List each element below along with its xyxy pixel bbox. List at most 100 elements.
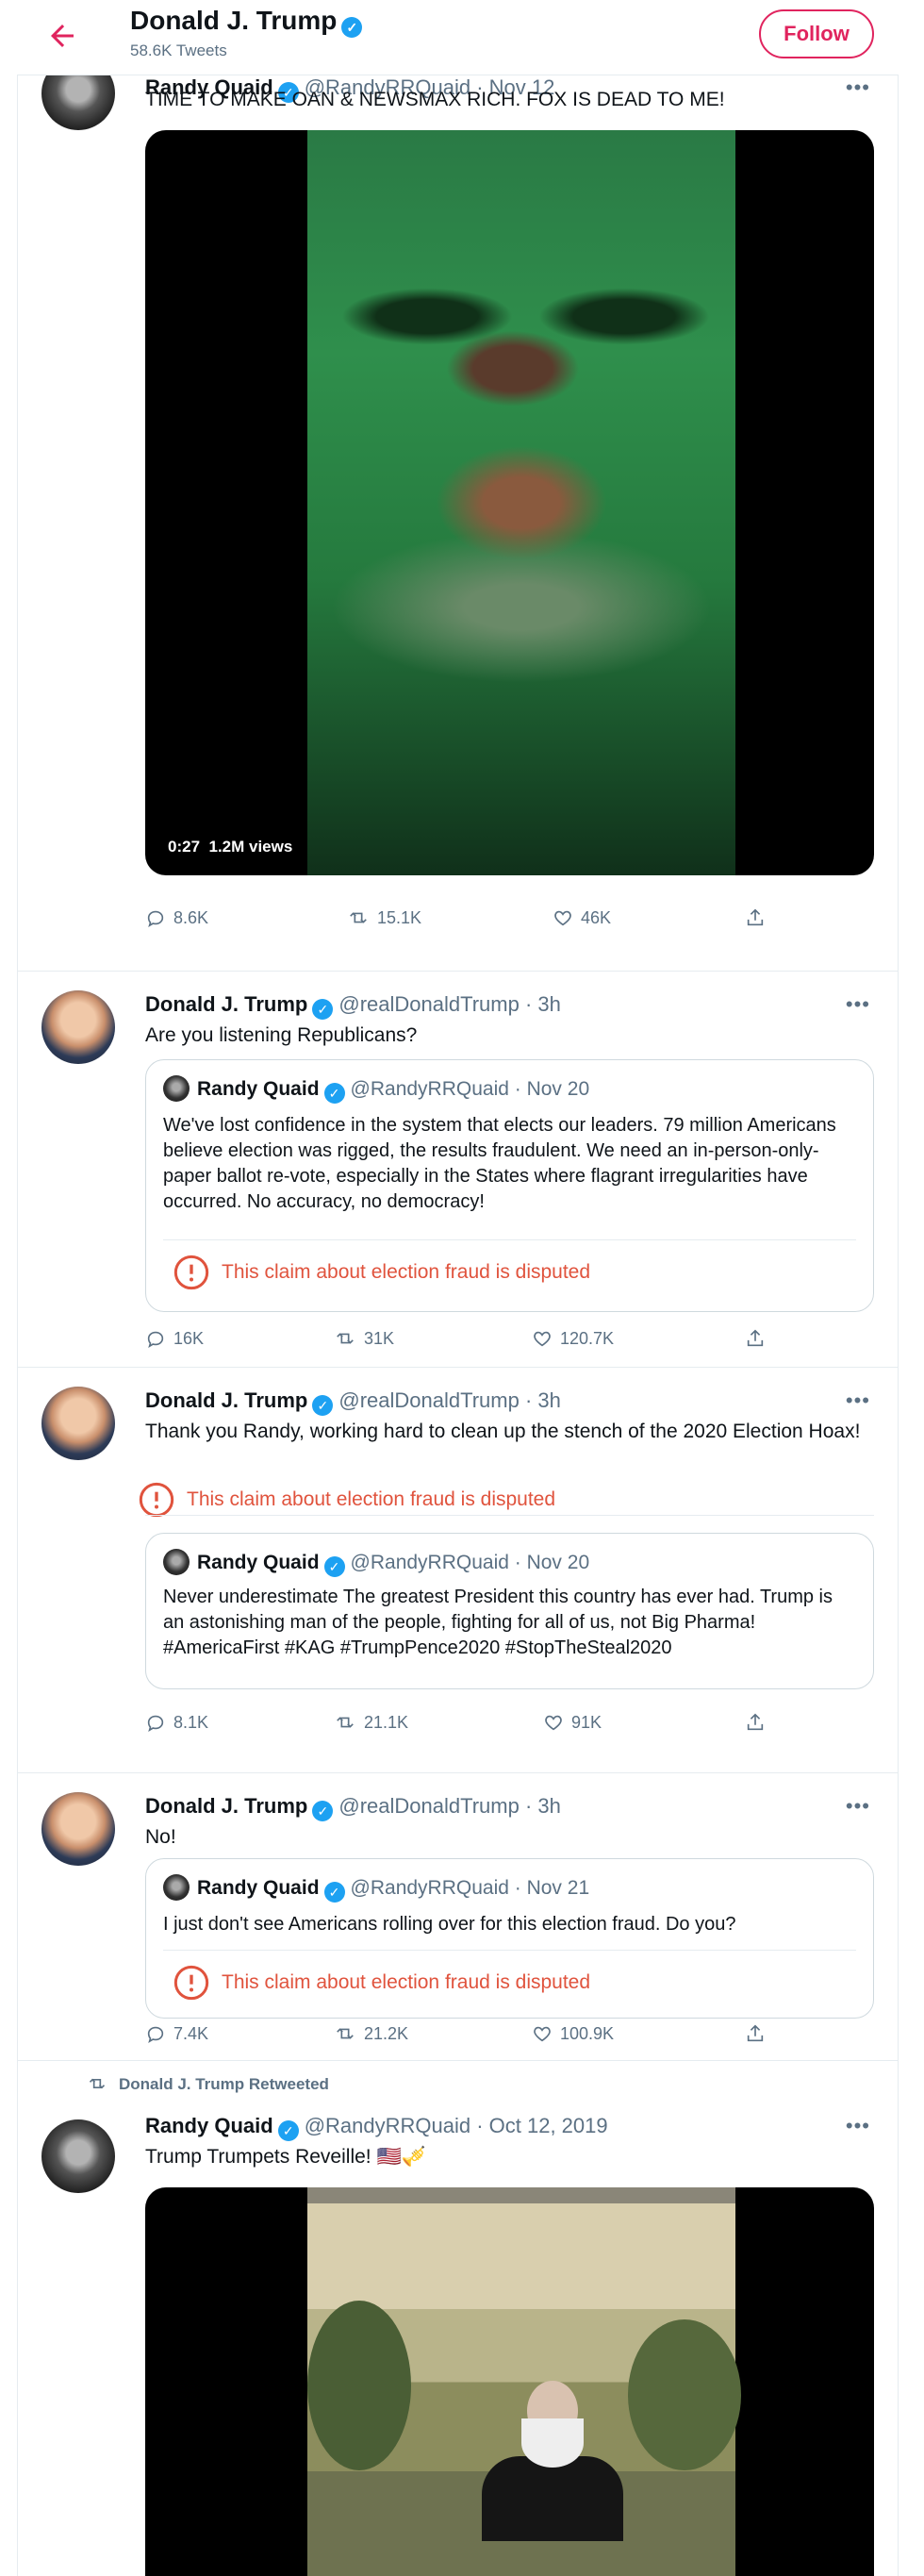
like-count: 46K (581, 908, 612, 927)
user-name[interactable]: Donald J. Trump (145, 1388, 307, 1412)
share-icon (747, 1329, 764, 1347)
like-button[interactable]: 91K (543, 1712, 602, 1733)
profile-name: Donald J. Trump ✓ (130, 6, 363, 38)
reply-button[interactable]: 8.6K (145, 907, 208, 928)
tweet[interactable]: Donald J. Trump ✓ @realDonaldTrump · 3h ••… (17, 1773, 899, 2061)
user-handle-time: @realDonaldTrump · 3h (338, 1794, 561, 1818)
tweet-text: Are you listening Republicans? (145, 1024, 418, 1046)
retweet-icon (337, 1717, 354, 1728)
quote-handle-time: @RandyRRQuaid · Nov 21 (350, 1877, 590, 1899)
quote-text: I just don't see Americans rolling over … (163, 1914, 736, 1935)
tweet-actions: 7.4K 21.2K 100.9K (145, 2023, 767, 2052)
avatar[interactable] (41, 1387, 115, 1460)
user-name[interactable]: Donald J. Trump (145, 1794, 307, 1818)
quote-user[interactable]: Randy Quaid ✓ @RandyRRQuaid · Nov 21 (163, 1874, 589, 1903)
like-button[interactable]: 120.7K (532, 1328, 614, 1349)
avatar[interactable] (41, 1792, 115, 1866)
like-count: 120.7K (560, 1329, 615, 1348)
share-button[interactable] (745, 1328, 773, 1349)
more-icon[interactable]: ••• (846, 1388, 870, 1413)
back-arrow-icon[interactable] (45, 19, 79, 53)
tweet[interactable]: Donald J. Trump Retweeted Randy Quaid ✓ @R… (17, 2061, 899, 2576)
verified-badge-icon: ✓ (323, 1556, 345, 1577)
like-button[interactable]: 46K (553, 907, 611, 928)
follow-button[interactable]: Follow (759, 9, 874, 58)
verified-badge-icon: ✓ (312, 1395, 334, 1416)
reply-count: 8.1K (173, 1713, 209, 1732)
tweet-text: TIME TO MAKE OAN & NEWSMAX RICH. FOX IS … (145, 89, 725, 110)
video-duration: 0:27 (168, 838, 201, 856)
like-count: 100.9K (560, 2024, 615, 2043)
more-icon[interactable]: ••• (846, 2114, 870, 2138)
reply-icon (147, 1331, 164, 1349)
quoted-tweet[interactable]: Randy Quaid ✓ @RandyRRQuaid · Nov 20 We've… (145, 1059, 874, 1312)
tweet-text: No! (145, 1826, 176, 1848)
retweet-button[interactable]: 21.2K (334, 2023, 408, 2044)
reply-count: 7.4K (173, 2024, 209, 2043)
like-count: 91K (571, 1713, 602, 1732)
reply-button[interactable]: 7.4K (145, 2023, 208, 2044)
profile-name-text: Donald J. Trump (130, 6, 338, 35)
disputed-text: This claim about election fraud is dispu… (187, 1488, 556, 1510)
disputed-icon (173, 1965, 209, 2001)
tweet-actions: 8.1K 21.1K 91K (145, 1712, 767, 1740)
disputed-notice[interactable]: This claim about election fraud is dispu… (163, 1950, 856, 2017)
tweet-actions: 16K 31K 120.7K (145, 1328, 767, 1356)
share-button[interactable] (745, 2023, 773, 2044)
painted-tree (307, 2301, 411, 2470)
user-handle-time: @RandyRRQuaid · Oct 12, 2019 (304, 2114, 608, 2137)
avatar[interactable] (41, 2119, 115, 2193)
quote-user[interactable]: Randy Quaid ✓ @RandyRRQuaid · Nov 20 (163, 1075, 589, 1104)
avatar[interactable] (41, 990, 115, 1064)
user-name[interactable]: Randy Quaid (145, 2114, 273, 2137)
retweet-button[interactable]: 15.1K (347, 907, 421, 928)
disputed-notice[interactable]: This claim about election fraud is dispu… (163, 1239, 856, 1306)
verified-badge-icon: ✓ (323, 1882, 345, 1903)
tweet-video[interactable]: 0:27 1.2M views (145, 130, 874, 875)
like-icon (545, 1715, 562, 1731)
disputed-notice[interactable]: This claim about election fraud is dispu… (128, 1468, 874, 1524)
like-icon (554, 910, 571, 926)
reply-icon (147, 1715, 164, 1733)
retweet-count: 31K (364, 1329, 395, 1348)
share-icon (747, 2024, 764, 2042)
tweet-user[interactable]: Donald J. Trump ✓ @realDonaldTrump · 3h (145, 992, 561, 1020)
quoted-tweet[interactable]: Randy Quaid ✓ @RandyRRQuaid · Nov 21 I jus… (145, 1858, 874, 2019)
reply-button[interactable]: 16K (145, 1328, 204, 1349)
painted-tree (628, 2319, 741, 2470)
like-button[interactable]: 100.9K (532, 2023, 614, 2044)
retweet-icon (337, 1333, 354, 1344)
tweet-user[interactable]: Randy Quaid ✓ @RandyRRQuaid · Oct 12, 2019 (145, 2114, 608, 2141)
share-button[interactable] (745, 907, 773, 928)
reply-count: 16K (173, 1329, 205, 1348)
more-icon[interactable]: ••• (846, 1794, 870, 1819)
user-handle-time: @realDonaldTrump · 3h (338, 1388, 561, 1412)
tweet[interactable]: Donald J. Trump ✓ @realDonaldTrump · 3h ••… (17, 972, 899, 1368)
verified-badge-icon: ✓ (323, 1083, 345, 1104)
more-icon[interactable]: ••• (846, 992, 870, 1017)
tweet-text: Trump Trumpets Reveille! 🇺🇸🎺 (145, 2146, 426, 2168)
quote-user[interactable]: Randy Quaid ✓ @RandyRRQuaid · Nov 20 (163, 1549, 589, 1577)
tweet[interactable]: Randy Quaid ✓ @RandyRRQuaid · Nov 12 ••• T… (17, 19, 899, 972)
like-icon (534, 2026, 551, 2042)
tweet-user[interactable]: Donald J. Trump ✓ @realDonaldTrump · 3h (145, 1794, 561, 1821)
video-caption: 0:27 1.2M views (162, 836, 299, 858)
retweet-count: 15.1K (377, 908, 422, 927)
reply-count: 8.6K (173, 908, 209, 927)
retweet-button[interactable]: 21.1K (334, 1712, 408, 1733)
quote-user-name: Randy Quaid (197, 1078, 320, 1100)
quoted-tweet[interactable]: Randy Quaid ✓ @RandyRRQuaid · Nov 20 Never… (145, 1533, 874, 1689)
share-button[interactable] (745, 1712, 773, 1733)
user-name[interactable]: Donald J. Trump (145, 992, 307, 1016)
tweet[interactable]: Donald J. Trump ✓ @realDonaldTrump · 3h ••… (17, 1368, 899, 1773)
tweet-user[interactable]: Donald J. Trump ✓ @realDonaldTrump · 3h (145, 1388, 561, 1416)
quote-user-name: Randy Quaid (197, 1877, 320, 1899)
reply-button[interactable]: 8.1K (145, 1712, 208, 1733)
quote-user-name: Randy Quaid (197, 1552, 320, 1573)
retweeted-label[interactable]: Donald J. Trump Retweeted (87, 2074, 329, 2094)
retweet-icon (337, 2028, 354, 2039)
quote-handle-time: @RandyRRQuaid · Nov 20 (350, 1078, 590, 1100)
tweet-video[interactable] (145, 2187, 874, 2576)
retweet-button[interactable]: 31K (334, 1328, 394, 1349)
verified-badge-icon: ✓ (341, 17, 363, 38)
